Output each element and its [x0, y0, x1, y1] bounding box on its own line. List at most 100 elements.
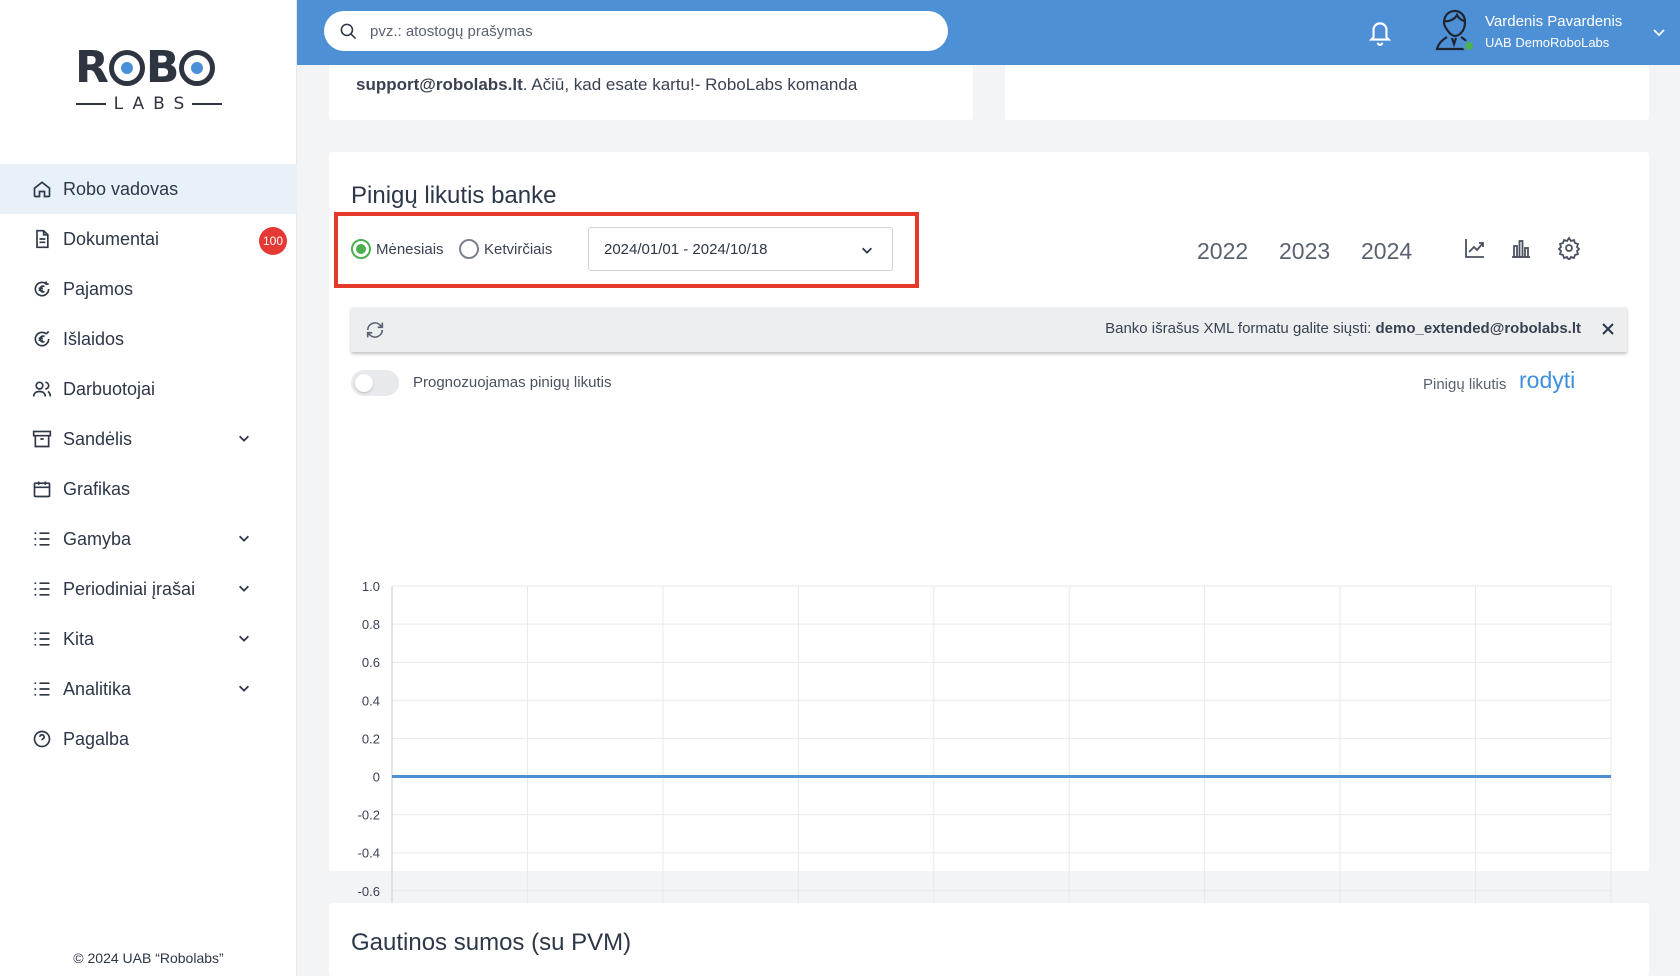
bank-balance-chart: 1.00.80.60.40.20-0.2-0.4-0.6-0.8-1.0SauV… — [358, 579, 1612, 975]
sidebar-item-analitika[interactable]: Analitika — [0, 664, 297, 714]
documents-count-badge: 100 — [259, 227, 287, 255]
y-tick-label: 0 — [373, 770, 380, 785]
copyright-footer: © 2024 UAB “Robolabs” — [73, 950, 224, 966]
y-tick-label: 1.0 — [362, 579, 380, 594]
top-right-card — [1005, 65, 1649, 120]
sidebar-item-sandelis[interactable]: Sandėlis — [0, 414, 297, 464]
chevron-down-icon[interactable] — [1651, 24, 1667, 40]
user-name[interactable]: Vardenis Pavardenis — [1485, 13, 1622, 30]
radio-label: Ketvirčiais — [484, 240, 553, 258]
chevron-down-icon[interactable] — [237, 681, 251, 695]
list-icon — [32, 579, 52, 599]
sidebar-item-label: Dokumentai — [63, 228, 160, 249]
sidebar-item-robo-vadovas[interactable]: Robo vadovas — [0, 164, 297, 214]
robolabs-logo[interactable]: RB LABS — [75, 44, 223, 118]
home-icon — [32, 179, 52, 199]
sidebar: RB LABS Robo vadovas Dokumentai 100 Paja… — [0, 0, 297, 976]
sidebar-nav: Robo vadovas Dokumentai 100 Pajamos Išla… — [0, 164, 297, 764]
bell-icon[interactable] — [1367, 18, 1393, 46]
chevron-down-icon — [862, 247, 872, 254]
y-tick-label: -0.2 — [358, 808, 380, 823]
top-bar: Vardenis Pavardenis UAB DemoRoboLabs — [297, 0, 1680, 65]
chevron-down-icon[interactable] — [237, 581, 251, 595]
date-range-value: 2024/01/01 - 2024/10/18 — [604, 240, 768, 258]
y-tick-label: -0.4 — [358, 846, 380, 861]
users-icon — [32, 379, 52, 399]
search-box[interactable] — [324, 11, 948, 51]
search-icon — [340, 23, 357, 39]
gear-icon[interactable] — [1557, 236, 1581, 260]
euro-in-icon — [32, 279, 52, 299]
sidebar-item-dokumentai[interactable]: Dokumentai 100 — [0, 214, 297, 264]
show-balance-link[interactable]: rodyti — [1519, 367, 1575, 394]
sidebar-item-pajamos[interactable]: Pajamos — [0, 264, 297, 314]
bar-chart-icon[interactable] — [1509, 236, 1533, 260]
sidebar-item-gamyba[interactable]: Gamyba — [0, 514, 297, 564]
radio-circle[interactable] — [459, 239, 479, 259]
info-email[interactable]: demo_extended@robolabs.lt — [1376, 320, 1582, 337]
radio-quarterly[interactable]: Ketvirčiais — [459, 239, 552, 259]
user-company[interactable]: UAB DemoRoboLabs — [1485, 35, 1609, 50]
refresh-icon[interactable] — [364, 319, 386, 341]
search-input[interactable] — [370, 22, 930, 40]
forecast-toggle[interactable] — [351, 370, 399, 396]
sidebar-item-pagalba[interactable]: Pagalba — [0, 714, 297, 764]
sidebar-item-periodiniai-irasai[interactable]: Periodiniai įrašai — [0, 564, 297, 614]
sidebar-item-grafikas[interactable]: Grafikas — [0, 464, 297, 514]
support-info-card: support@robolabs.lt. Ačiū, kad esate kar… — [329, 65, 973, 120]
sidebar-item-label: Analitika — [63, 678, 132, 699]
chevron-down-icon[interactable] — [237, 631, 251, 645]
y-tick-label: 0.4 — [362, 693, 380, 708]
sidebar-item-label: Pajamos — [63, 278, 134, 299]
euro-out-icon — [32, 329, 52, 349]
info-message-text: Banko išrašus XML formatu galite siųsti: — [1105, 320, 1372, 337]
sidebar-item-label: Išlaidos — [63, 328, 125, 349]
radio-monthly[interactable]: Mėnesiais — [351, 239, 444, 259]
y-tick-label: -0.6 — [358, 884, 380, 899]
sidebar-item-islaidos[interactable]: Išlaidos — [0, 314, 297, 364]
list-icon — [32, 679, 52, 699]
logo-subtitle: LABS — [75, 94, 223, 114]
card-title: Gautinos sumos (su PVM) — [351, 929, 632, 956]
sidebar-item-label: Kita — [63, 628, 95, 649]
list-icon — [32, 529, 52, 549]
balance-label: Pinigų likutis — [1423, 376, 1507, 393]
radio-label: Mėnesiais — [376, 240, 444, 258]
forecast-toggle-label: Prognozuojamas pinigų likutis — [413, 374, 612, 391]
chevron-down-icon[interactable] — [237, 531, 251, 545]
sidebar-item-label: Grafikas — [63, 478, 131, 499]
sidebar-item-label: Gamyba — [63, 528, 132, 549]
sidebar-item-label: Pagalba — [63, 728, 130, 749]
support-message-text: . Ačiū, kad esate kartu!- RoboLabs koman… — [522, 75, 858, 94]
card-title: Pinigų likutis banke — [351, 182, 557, 209]
sidebar-item-label: Darbuotojai — [63, 378, 156, 399]
support-message: support@robolabs.lt. Ačiū, kad esate kar… — [356, 75, 857, 95]
radio-circle[interactable] — [351, 239, 371, 259]
help-icon — [32, 729, 52, 749]
year-2024-button[interactable]: 2024 — [1361, 238, 1412, 265]
archive-icon — [32, 429, 52, 449]
bank-xml-info-bar: Banko išrašus XML formatu galite siųsti:… — [351, 307, 1627, 352]
sidebar-item-darbuotojai[interactable]: Darbuotojai — [0, 364, 297, 414]
year-2022-button[interactable]: 2022 — [1197, 238, 1248, 265]
sidebar-item-label: Robo vadovas — [63, 178, 179, 199]
document-icon — [32, 229, 52, 249]
y-tick-label: 0.8 — [362, 617, 380, 632]
sidebar-item-kita[interactable]: Kita — [0, 614, 297, 664]
chevron-down-icon[interactable] — [237, 431, 251, 445]
logo-wordmark: RB — [75, 44, 223, 92]
y-tick-label: 0.2 — [362, 731, 380, 746]
y-tick-label: 0.6 — [362, 655, 380, 670]
line-chart-icon[interactable] — [1463, 236, 1487, 260]
close-icon[interactable] — [1601, 322, 1615, 336]
online-status-dot — [1463, 40, 1475, 52]
info-message: Banko išrašus XML formatu galite siųsti:… — [1105, 320, 1581, 337]
support-email-link[interactable]: support@robolabs.lt — [356, 75, 523, 94]
year-2023-button[interactable]: 2023 — [1279, 238, 1330, 265]
sidebar-item-label: Periodiniai įrašai — [63, 578, 196, 599]
date-range-select[interactable]: 2024/01/01 - 2024/10/18 — [588, 227, 893, 271]
list-icon — [32, 629, 52, 649]
sidebar-item-label: Sandėlis — [63, 428, 133, 449]
calendar-icon — [32, 479, 52, 499]
receivables-card: Gautinos sumos (su PVM) — [329, 903, 1649, 976]
